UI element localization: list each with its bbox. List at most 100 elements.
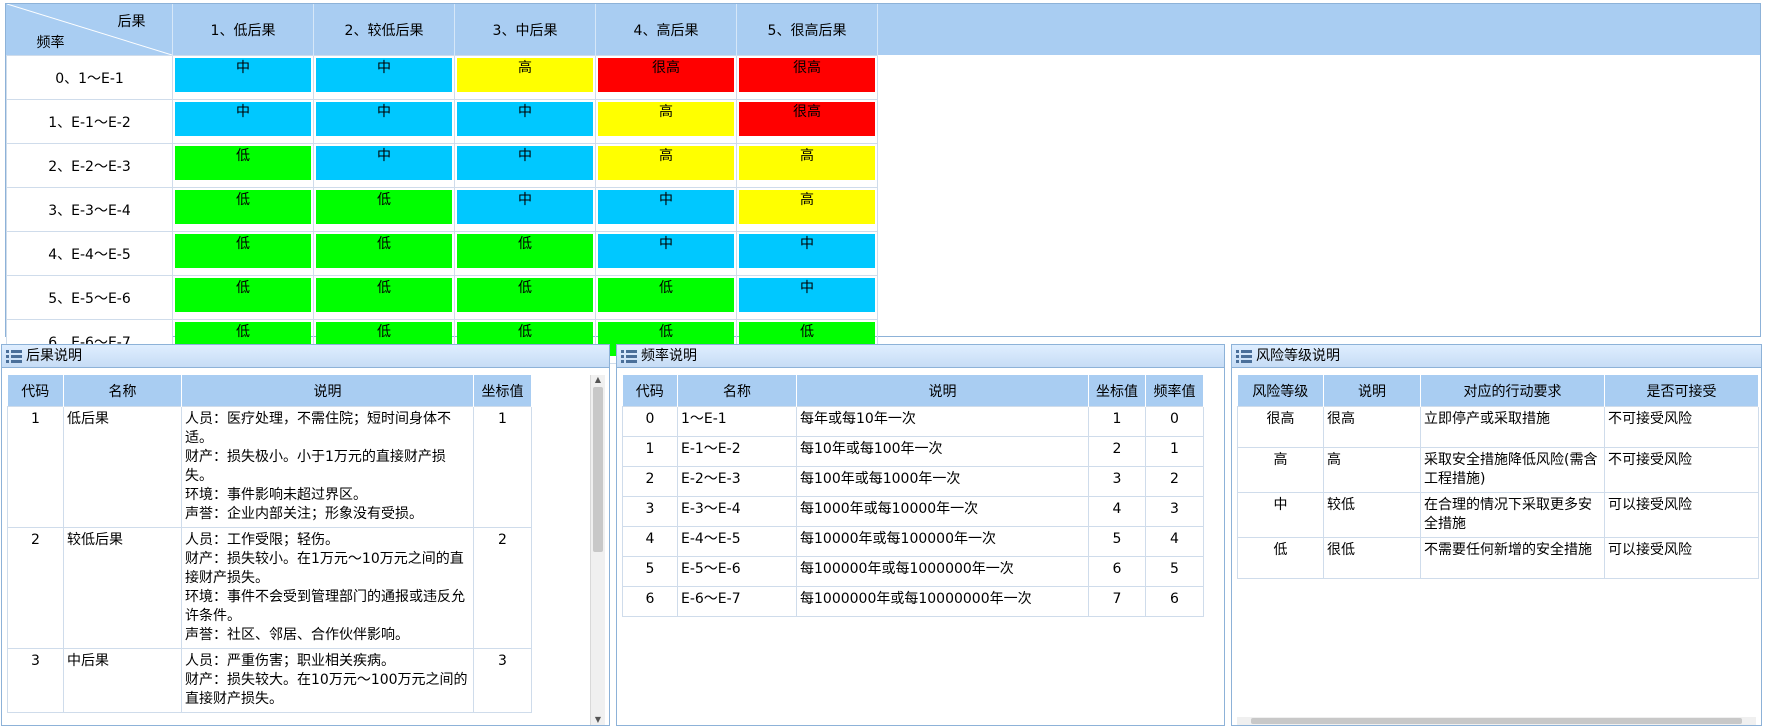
name-cell: E-3～E-4 bbox=[677, 496, 797, 527]
matrix-row-header[interactable]: 3、E-3～E-4 bbox=[6, 187, 173, 232]
accept-cell: 不可接受风险 bbox=[1604, 447, 1759, 493]
matrix-cell[interactable]: 中 bbox=[172, 55, 314, 100]
matrix-col-header[interactable]: 5、很高后果 bbox=[736, 4, 878, 56]
table-row[interactable]: 6 E-6～E-7 每1000000年或每10000000年一次 7 6 bbox=[622, 586, 1204, 617]
col-header-coord[interactable]: 坐标值 bbox=[1088, 375, 1146, 407]
matrix-col-header[interactable]: 3、中后果 bbox=[454, 4, 596, 56]
col-header-desc[interactable]: 说明 bbox=[1323, 375, 1421, 407]
freq-cell: 1 bbox=[1145, 436, 1204, 467]
matrix-cell[interactable]: 高 bbox=[454, 55, 596, 100]
risk-level-label: 中 bbox=[175, 58, 311, 92]
table-row[interactable]: 5 E-5～E-6 每100000年或每1000000年一次 6 5 bbox=[622, 556, 1204, 587]
matrix-cell[interactable]: 低 bbox=[313, 275, 455, 320]
scrollbar-thumb[interactable] bbox=[1251, 718, 1742, 724]
consequence-vertical-scrollbar[interactable]: ▲ ▼ bbox=[590, 375, 605, 725]
table-row[interactable]: 高高采取安全措施降低风险(需含工程措施) 不可接受风险 bbox=[1237, 447, 1759, 493]
matrix-cell[interactable]: 很高 bbox=[595, 55, 737, 100]
matrix-cell[interactable]: 低 bbox=[313, 231, 455, 276]
matrix-cell[interactable]: 中 bbox=[313, 55, 455, 100]
matrix-cell[interactable]: 中 bbox=[454, 143, 596, 188]
scroll-down-icon[interactable]: ▼ bbox=[591, 715, 605, 725]
table-row[interactable]: 很高 很高 立即停产或采取措施 不可接受风险 bbox=[1237, 406, 1759, 448]
risk-level-label: 很高 bbox=[739, 102, 875, 136]
matrix-cell[interactable]: 低 bbox=[313, 187, 455, 232]
risk-level-label: 中 bbox=[739, 234, 875, 268]
matrix-col-header[interactable]: 1、低后果 bbox=[172, 4, 314, 56]
table-row[interactable]: 2 较低后果 人员：工作受限；轻伤。 财产：损失较小。在1万元～10万元之间的直接财产… bbox=[7, 527, 532, 649]
table-row[interactable]: 1 E-1～E-2 每10年或每100年一次 2 1 bbox=[622, 436, 1204, 467]
freq-cell: 0 bbox=[1145, 406, 1204, 437]
table-row[interactable]: 2 E-2～E-3 每100年或每1000年一次 3 2 bbox=[622, 466, 1204, 497]
description-line: 财产：损失较小。在1万元～10万元之间的直接财产损失。 bbox=[185, 551, 464, 586]
col-header-freq[interactable]: 频率值 bbox=[1145, 375, 1204, 407]
corner-consequence-label: 后果 bbox=[117, 14, 146, 30]
table-row[interactable]: 中较低 在合理的情况下采取更多安全措施 可以接受风险 bbox=[1237, 492, 1759, 538]
coord-cell: 3 bbox=[473, 648, 532, 713]
matrix-cell[interactable]: 中 bbox=[172, 99, 314, 144]
col-header-code[interactable]: 代码 bbox=[622, 375, 678, 407]
matrix-row-header[interactable]: 0、1～E-1 bbox=[6, 55, 173, 100]
col-header-accept[interactable]: 是否可接受 bbox=[1604, 375, 1759, 407]
matrix-cell[interactable]: 低 bbox=[172, 143, 314, 188]
col-header-coord[interactable]: 坐标值 bbox=[473, 375, 532, 407]
table-row[interactable]: 3 中后果 人员：严重伤害；职业相关疾病。 财产：损失较大。在10万元～100万元之间… bbox=[7, 648, 532, 713]
matrix-cell[interactable]: 低 bbox=[172, 231, 314, 276]
code-cell: 5 bbox=[622, 556, 678, 587]
risk-level-label: 中 bbox=[316, 58, 452, 92]
risk-horizontal-scrollbar[interactable] bbox=[1237, 717, 1756, 725]
matrix-cell[interactable]: 中 bbox=[454, 99, 596, 144]
col-header-action[interactable]: 对应的行动要求 bbox=[1420, 375, 1605, 407]
matrix-row-header[interactable]: 2、E-2～E-3 bbox=[6, 143, 173, 188]
matrix-cell[interactable]: 很高 bbox=[736, 99, 878, 144]
matrix-cell[interactable]: 很高 bbox=[736, 55, 878, 100]
risk-level-label: 低 bbox=[316, 190, 452, 224]
matrix-cell[interactable]: 中 bbox=[736, 231, 878, 276]
matrix-cell[interactable]: 低 bbox=[172, 275, 314, 320]
matrix-row-header[interactable]: 5、E-5～E-6 bbox=[6, 275, 173, 320]
matrix-cell[interactable]: 中 bbox=[313, 143, 455, 188]
matrix-cell[interactable]: 中 bbox=[313, 99, 455, 144]
matrix-cell[interactable]: 低 bbox=[454, 275, 596, 320]
table-row[interactable]: 1 低后果 人员：医疗处理，不需住院；短时间身体不适。 财产：损失极小。小于1万元的直… bbox=[7, 406, 532, 528]
matrix-col-header[interactable]: 4、高后果 bbox=[595, 4, 737, 56]
coord-cell: 2 bbox=[1088, 436, 1146, 467]
matrix-col-header[interactable]: 2、较低后果 bbox=[313, 4, 455, 56]
matrix-corner-header: 后果 频率 bbox=[6, 4, 173, 56]
matrix-cell[interactable]: 中 bbox=[595, 231, 737, 276]
col-header-name[interactable]: 名称 bbox=[63, 375, 182, 407]
matrix-row-header[interactable]: 4、E-4～E-5 bbox=[6, 231, 173, 276]
table-row[interactable]: 4 E-4～E-5 每10000年或每100000年一次 5 4 bbox=[622, 526, 1204, 557]
scrollbar-thumb[interactable] bbox=[593, 387, 603, 552]
col-header-desc[interactable]: 说明 bbox=[796, 375, 1089, 407]
matrix-cell[interactable]: 低 bbox=[172, 187, 314, 232]
code-cell: 4 bbox=[622, 526, 678, 557]
col-header-desc[interactable]: 说明 bbox=[181, 375, 474, 407]
matrix-cell[interactable]: 高 bbox=[736, 187, 878, 232]
matrix-row-header[interactable]: 1、E-1～E-2 bbox=[6, 99, 173, 144]
matrix-cell[interactable]: 中 bbox=[454, 187, 596, 232]
matrix-cell[interactable]: 低 bbox=[454, 231, 596, 276]
table-row[interactable]: 0 1～E-1 每年或每10年一次 1 0 bbox=[622, 406, 1204, 437]
scroll-up-icon[interactable]: ▲ bbox=[591, 375, 605, 385]
matrix-cell[interactable]: 高 bbox=[595, 143, 737, 188]
col-header-name[interactable]: 名称 bbox=[677, 375, 797, 407]
col-header-level[interactable]: 风险等级 bbox=[1237, 375, 1324, 407]
freq-cell: 4 bbox=[1145, 526, 1204, 557]
description-cell: 人员：严重伤害；职业相关疾病。 财产：损失较大。在10万元～100万元之间的直接财… bbox=[181, 648, 474, 713]
risk-level-panel-title: 风险等级说明 bbox=[1232, 345, 1761, 368]
risk-level-panel-title-text: 风险等级说明 bbox=[1256, 348, 1340, 364]
desc-cell: 每100000年或每1000000年一次 bbox=[796, 556, 1089, 587]
coord-cell: 7 bbox=[1088, 586, 1146, 617]
matrix-cell[interactable]: 中 bbox=[736, 275, 878, 320]
table-row[interactable]: 低很低 不需要任何新增的安全措施 可以接受风险 bbox=[1237, 537, 1759, 579]
matrix-cell[interactable]: 高 bbox=[736, 143, 878, 188]
desc-cell: 高 bbox=[1323, 447, 1421, 493]
consequence-panel-title-text: 后果说明 bbox=[26, 348, 82, 364]
risk-level-label: 中 bbox=[175, 102, 311, 136]
matrix-cell[interactable]: 高 bbox=[595, 99, 737, 144]
table-row[interactable]: 3 E-3～E-4 每1000年或每10000年一次 4 3 bbox=[622, 496, 1204, 527]
matrix-row: 2、E-2～E-3 低中中高高 bbox=[6, 143, 878, 188]
col-header-code[interactable]: 代码 bbox=[7, 375, 64, 407]
matrix-cell[interactable]: 中 bbox=[595, 187, 737, 232]
matrix-cell[interactable]: 低 bbox=[595, 275, 737, 320]
